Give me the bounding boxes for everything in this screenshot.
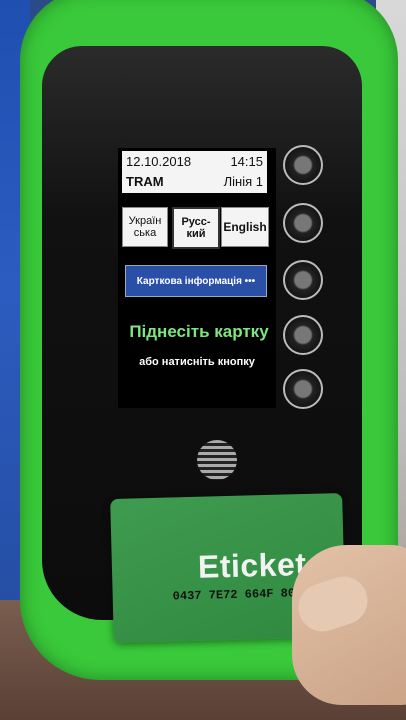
language-russian-button[interactable]: Русс- кий: [172, 207, 220, 249]
language-english-label: English: [223, 220, 267, 234]
side-button-3[interactable]: [283, 260, 323, 300]
side-button-1[interactable]: [283, 145, 323, 185]
card-info-button[interactable]: Карткова інформація •••: [125, 265, 267, 297]
language-ukrainian-label: Україн ська: [128, 215, 162, 239]
language-russian-label: Русс- кий: [181, 216, 211, 240]
trip-info-box: 12.10.2018 14:15 TRAM Лінія 1: [122, 151, 267, 193]
press-button-prompt: або натисніть кнопку: [139, 356, 255, 368]
line-label: Лінія 1: [223, 174, 263, 189]
time-label: 14:15: [230, 154, 263, 169]
date-label: 12.10.2018: [126, 154, 192, 169]
card-number-text: 0437 7E72 664F 80: [172, 586, 296, 604]
side-button-5[interactable]: [283, 369, 323, 409]
side-button-2[interactable]: [283, 203, 323, 243]
speaker-grille: [197, 440, 237, 480]
card-info-label: Карткова інформація •••: [136, 275, 256, 287]
card-brand-text: Eticket: [197, 545, 307, 585]
vehicle-label: TRAM: [126, 174, 164, 189]
side-button-4[interactable]: [283, 315, 323, 355]
tap-card-prompt: Піднесіть картку: [129, 322, 269, 341]
language-english-button[interactable]: English: [221, 207, 269, 247]
language-ukrainian-button[interactable]: Україн ська: [122, 207, 168, 247]
